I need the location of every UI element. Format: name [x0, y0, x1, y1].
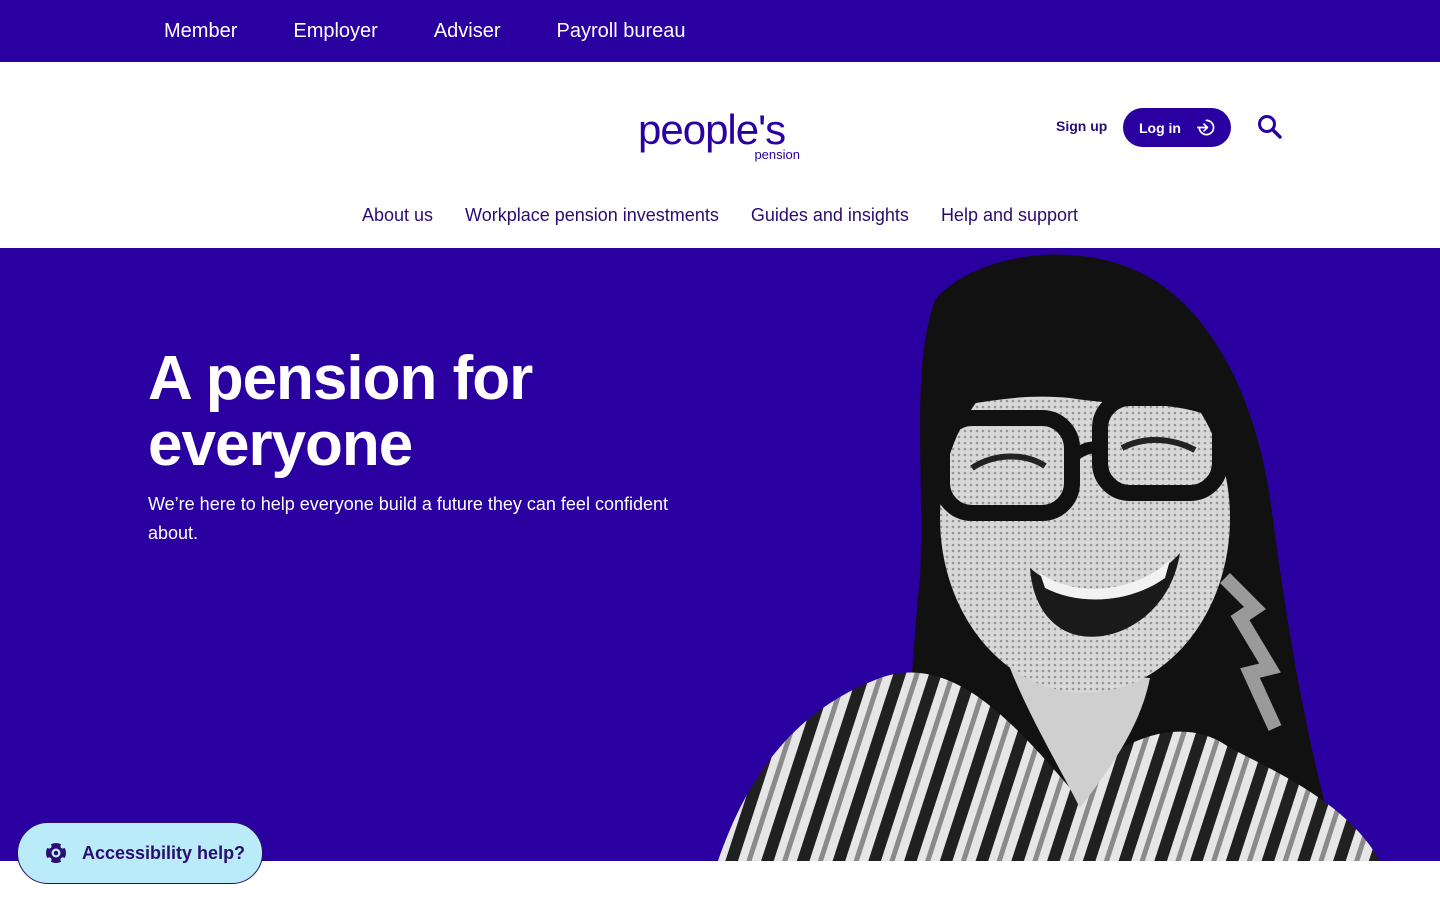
log-in-label: Log in: [1139, 119, 1181, 136]
nav-about-us[interactable]: About us: [362, 205, 433, 226]
nav-help-and-support[interactable]: Help and support: [941, 205, 1078, 226]
hero-banner: A pension for everyone We’re here to hel…: [0, 248, 1440, 861]
search-icon: [1258, 115, 1282, 139]
hero-subtitle: We’re here to help everyone build a futu…: [148, 494, 668, 543]
search-button[interactable]: [1256, 113, 1284, 141]
main-nav: About us Workplace pension investments G…: [0, 202, 1440, 228]
accessibility-help-label: Accessibility help?: [82, 842, 246, 863]
nav-workplace-pension-investments[interactable]: Workplace pension investments: [465, 205, 719, 226]
hero-title: A pension for everyone: [148, 344, 533, 479]
nav-guides-and-insights[interactable]: Guides and insights: [751, 205, 909, 226]
audience-bar: Member Employer Adviser Payroll bureau: [0, 0, 1440, 62]
hero-portrait-image: [718, 254, 1380, 861]
audience-link-member[interactable]: Member: [164, 21, 237, 41]
peoples-pension-logo[interactable]: people's pension: [638, 108, 804, 166]
site-header: people's pension Sign up Log in About us…: [0, 62, 1440, 248]
audience-link-payroll-bureau[interactable]: Payroll bureau: [557, 21, 686, 41]
logo-subtitle: pension: [754, 147, 800, 162]
audience-nav: Member Employer Adviser Payroll bureau: [164, 0, 742, 62]
lifebuoy-icon: [46, 843, 66, 863]
sign-up-link[interactable]: Sign up: [1056, 118, 1107, 136]
accessibility-help-button[interactable]: Accessibility help?: [17, 822, 263, 884]
logo-wordmark: people's: [638, 106, 786, 153]
login-arrow-icon: [1197, 119, 1215, 136]
audience-link-adviser[interactable]: Adviser: [434, 21, 501, 41]
log-in-button[interactable]: Log in: [1123, 108, 1231, 147]
audience-link-employer[interactable]: Employer: [293, 21, 377, 41]
